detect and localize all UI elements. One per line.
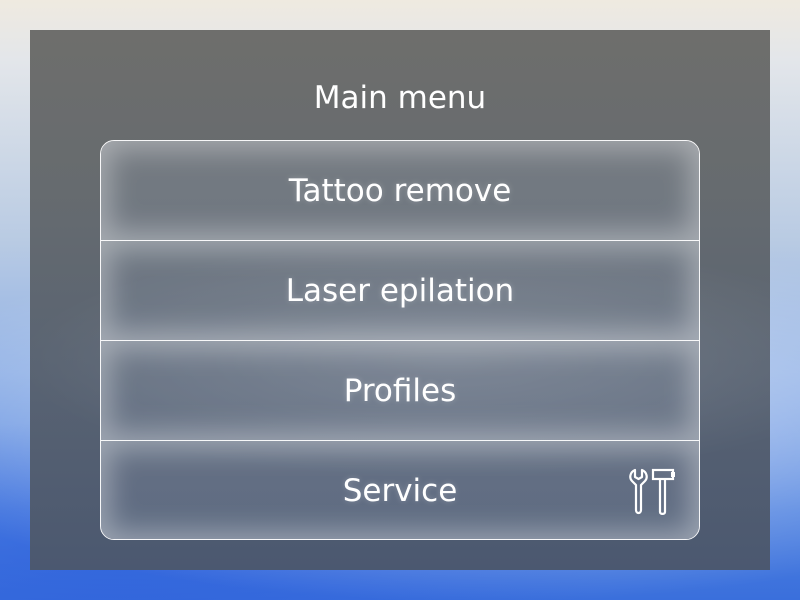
wrench-hammer-icon	[629, 468, 675, 515]
page-title: Main menu	[313, 80, 487, 116]
menu-item-label: Service	[342, 472, 458, 509]
main-menu-panel: Main menu Tattoo remove Laser epilation …	[30, 30, 770, 570]
menu-item-laser-epilation[interactable]: Laser epilation	[101, 241, 699, 341]
main-menu-list: Tattoo remove Laser epilation Profiles S…	[100, 140, 700, 540]
menu-item-label: Tattoo remove	[288, 172, 512, 209]
menu-item-tattoo-remove[interactable]: Tattoo remove	[101, 141, 699, 241]
menu-item-label: Profiles	[343, 372, 457, 409]
menu-item-service[interactable]: Service	[101, 441, 699, 539]
menu-item-profiles[interactable]: Profiles	[101, 341, 699, 441]
menu-item-label: Laser epilation	[285, 272, 515, 309]
